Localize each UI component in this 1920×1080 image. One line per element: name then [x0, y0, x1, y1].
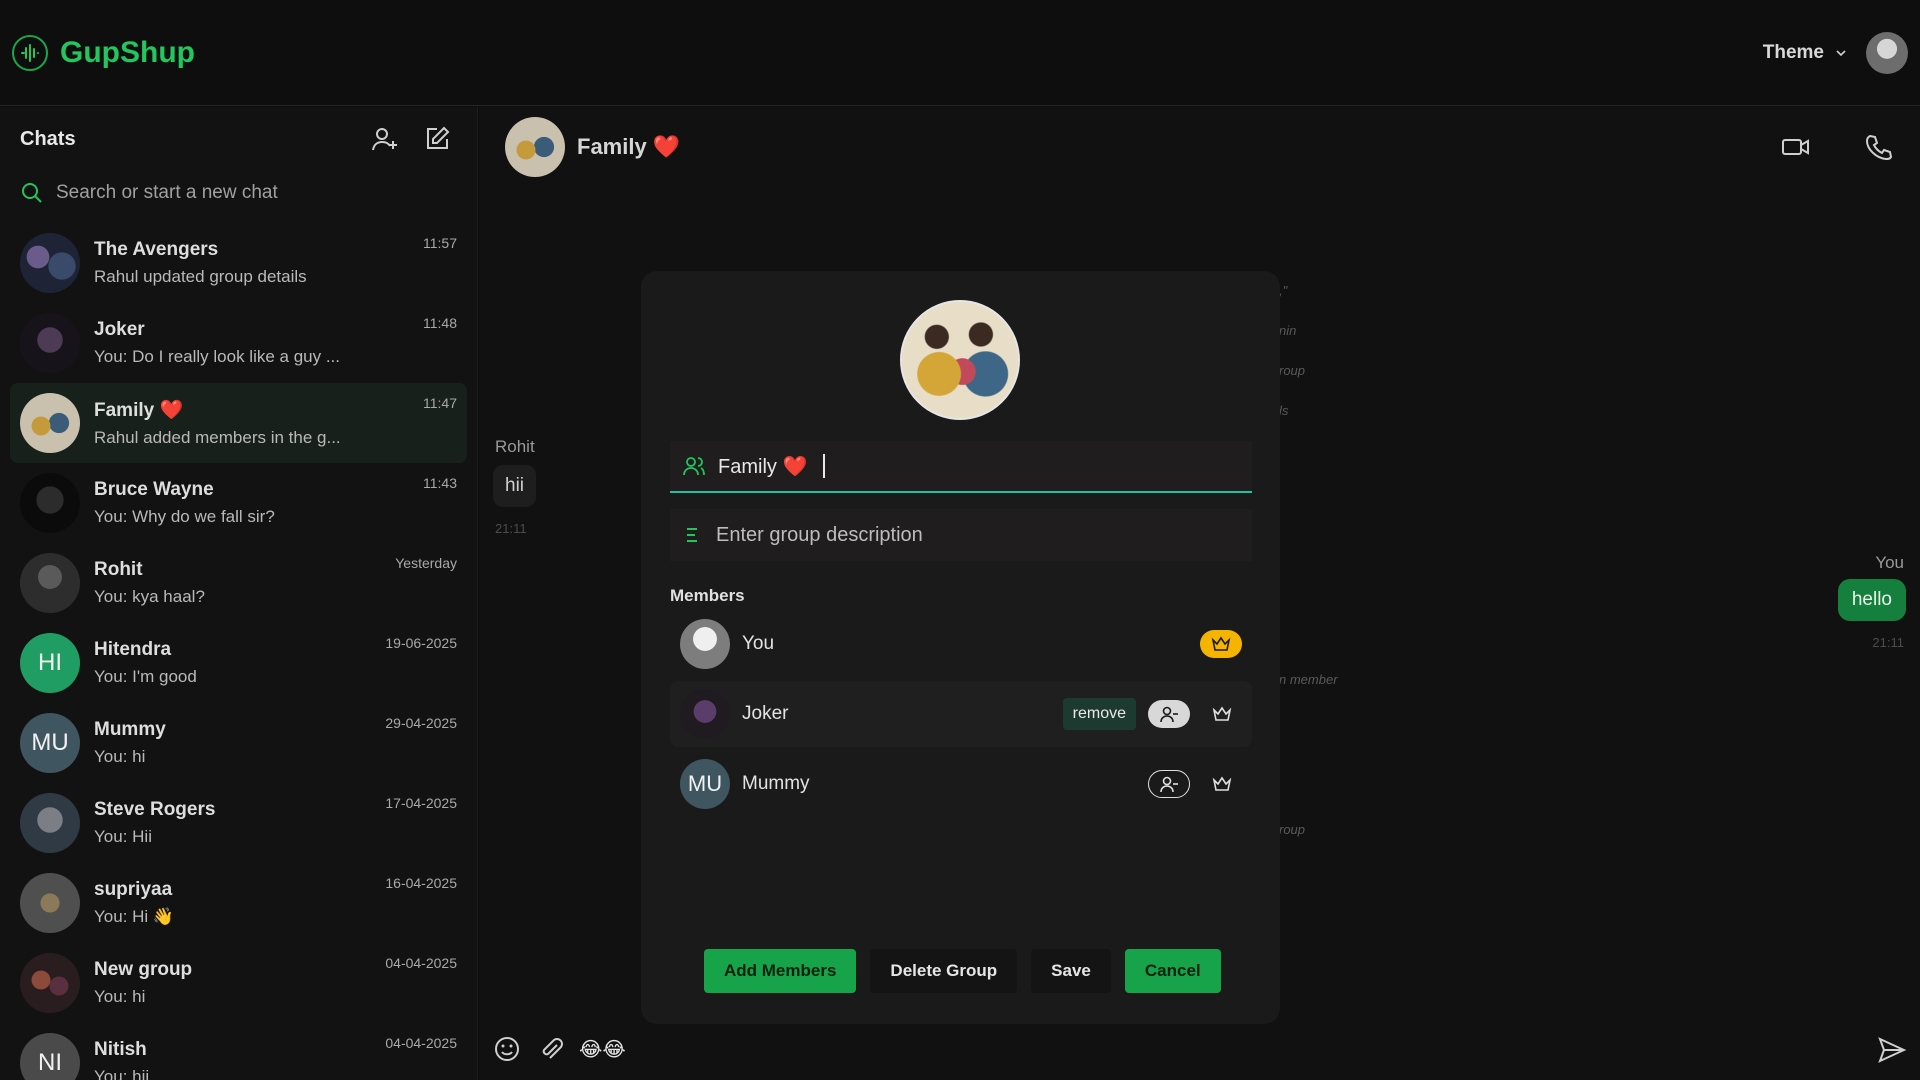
- user-minus-icon: [1160, 706, 1178, 723]
- group-description-input[interactable]: Enter group description: [716, 524, 923, 547]
- cancel-button[interactable]: Cancel: [1124, 949, 1221, 993]
- remove-member-button[interactable]: [1148, 770, 1190, 798]
- app-header: GupShup Theme: [0, 0, 1920, 106]
- members-heading: Members: [670, 586, 745, 605]
- member-name: Mummy: [742, 773, 810, 794]
- modal-overlay: Family ❤️ Enter group description Member…: [0, 107, 1920, 1080]
- group-photo[interactable]: [900, 300, 1020, 420]
- member-row[interactable]: Joker remove: [670, 681, 1252, 747]
- member-row[interactable]: You: [670, 611, 1252, 677]
- theme-label: Theme: [1762, 41, 1824, 63]
- group-description-field[interactable]: Enter group description: [670, 509, 1252, 561]
- remove-tooltip: remove: [1062, 698, 1136, 730]
- users-icon: [683, 457, 705, 476]
- user-avatar[interactable]: [1866, 31, 1908, 74]
- group-name-field[interactable]: Family ❤️: [670, 441, 1252, 493]
- text-caret: [823, 454, 826, 478]
- crown-icon: [1211, 636, 1231, 651]
- member-avatar: [680, 619, 730, 669]
- crown-icon: [1212, 706, 1232, 721]
- member-avatar: MU: [680, 759, 730, 809]
- brand: GupShup: [12, 34, 195, 71]
- add-members-button[interactable]: Add Members: [704, 949, 857, 993]
- waveform-logo-icon: [12, 34, 48, 71]
- delete-group-button[interactable]: Delete Group: [870, 949, 1018, 993]
- make-admin-button[interactable]: [1202, 770, 1242, 798]
- text-lines-icon: [687, 528, 697, 542]
- remove-member-button[interactable]: [1148, 700, 1190, 728]
- chevron-down-icon: [1836, 49, 1846, 56]
- user-minus-icon: [1160, 776, 1178, 793]
- member-avatar: [680, 689, 730, 739]
- theme-dropdown[interactable]: Theme: [1763, 42, 1848, 64]
- member-name: You: [742, 633, 775, 654]
- group-name-input[interactable]: Family ❤️: [718, 454, 807, 479]
- app-name: GupShup: [60, 35, 195, 69]
- member-row[interactable]: MU Mummy: [670, 751, 1252, 817]
- edit-group-modal: Family ❤️ Enter group description Member…: [641, 271, 1280, 1024]
- make-admin-button[interactable]: [1202, 700, 1242, 728]
- save-button[interactable]: Save: [1031, 949, 1111, 993]
- member-name: Joker: [742, 703, 789, 724]
- admin-badge[interactable]: [1200, 630, 1242, 658]
- crown-icon: [1212, 776, 1232, 791]
- modal-actions: Add Members Delete Group Save Cancel: [704, 949, 1221, 993]
